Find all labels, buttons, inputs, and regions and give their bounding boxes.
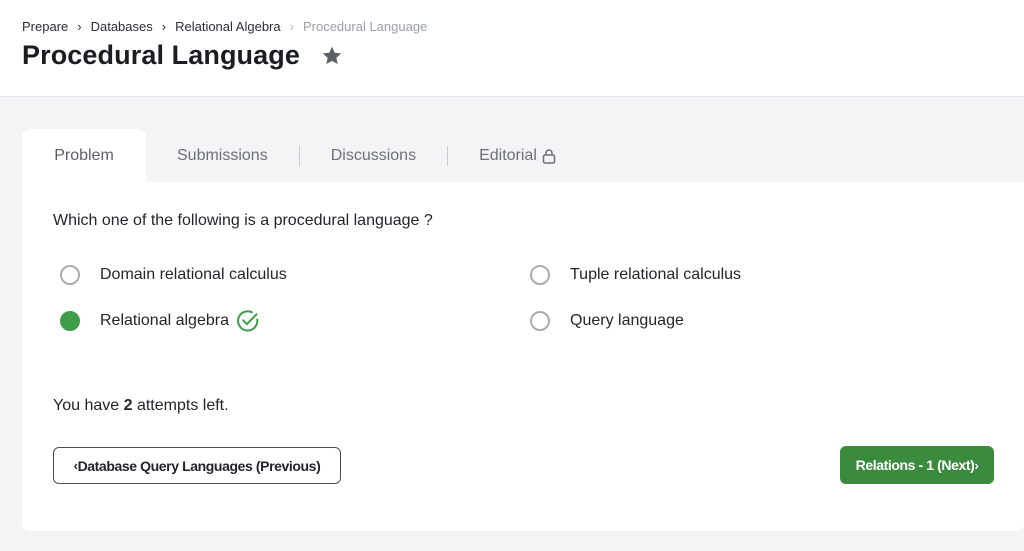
chevron-right-icon: › xyxy=(289,19,294,34)
breadcrumb-prepare[interactable]: Prepare xyxy=(22,19,68,34)
attempts-count: 2 xyxy=(123,397,133,414)
attempts-left: You have 2 attempts left. xyxy=(53,397,229,414)
option-domain-relational-calculus[interactable]: Domain relational calculus xyxy=(60,265,287,285)
option-label: Relational algebra xyxy=(100,312,229,329)
radio-button[interactable] xyxy=(60,265,80,285)
title-row: Procedural Language xyxy=(22,40,344,71)
check-circle-icon xyxy=(235,308,261,334)
radio-button-selected[interactable] xyxy=(60,311,80,331)
breadcrumb-current: Procedural Language xyxy=(302,19,428,34)
chevron-right-icon: › xyxy=(161,19,167,34)
question-text: Which one of the following is a procedur… xyxy=(53,212,433,229)
option-query-language[interactable]: Query language xyxy=(530,311,684,331)
question-card: Which one of the following is a procedur… xyxy=(22,182,1024,531)
page-header: Prepare › Databases › Relational Algebra… xyxy=(0,0,1024,97)
option-relational-algebra[interactable]: Relational algebra xyxy=(60,308,261,334)
option-label: Tuple relational calculus xyxy=(570,266,742,283)
next-button[interactable]: Relations - 1 (Next) › xyxy=(840,446,994,484)
breadcrumb: Prepare › Databases › Relational Algebra… xyxy=(22,19,427,34)
previous-button-label: Database Query Languages (Previous) xyxy=(77,457,321,474)
tab-submissions[interactable]: Submissions xyxy=(146,129,299,182)
breadcrumb-databases[interactable]: Databases xyxy=(91,19,153,34)
star-icon[interactable] xyxy=(320,44,344,68)
tab-label: Submissions xyxy=(177,146,268,164)
option-label: Query language xyxy=(570,312,684,329)
breadcrumb-relational-algebra[interactable]: Relational Algebra xyxy=(175,19,281,34)
lock-icon xyxy=(542,148,556,164)
radio-button[interactable] xyxy=(530,311,550,331)
page-title: Procedural Language xyxy=(22,40,300,70)
chevron-right-icon: › xyxy=(77,19,82,34)
option-tuple-relational-calculus[interactable]: Tuple relational calculus xyxy=(530,265,741,285)
tab-label: Problem xyxy=(54,146,114,164)
previous-button[interactable]: ‹ Database Query Languages (Previous) xyxy=(53,447,341,484)
tab-discussions[interactable]: Discussions xyxy=(300,129,447,182)
tab-problem[interactable]: Problem xyxy=(22,129,146,182)
option-label: Domain relational calculus xyxy=(100,266,287,283)
chevron-right-icon: › xyxy=(974,457,979,473)
next-button-label: Relations - 1 (Next) xyxy=(855,457,975,473)
radio-button[interactable] xyxy=(530,265,550,285)
tab-label: Discussions xyxy=(330,146,417,164)
problem-tabs: Problem Submissions Discussions Editoria… xyxy=(22,129,587,182)
tab-label: Editorial xyxy=(479,146,537,164)
tab-editorial[interactable]: Editorial xyxy=(448,129,587,182)
